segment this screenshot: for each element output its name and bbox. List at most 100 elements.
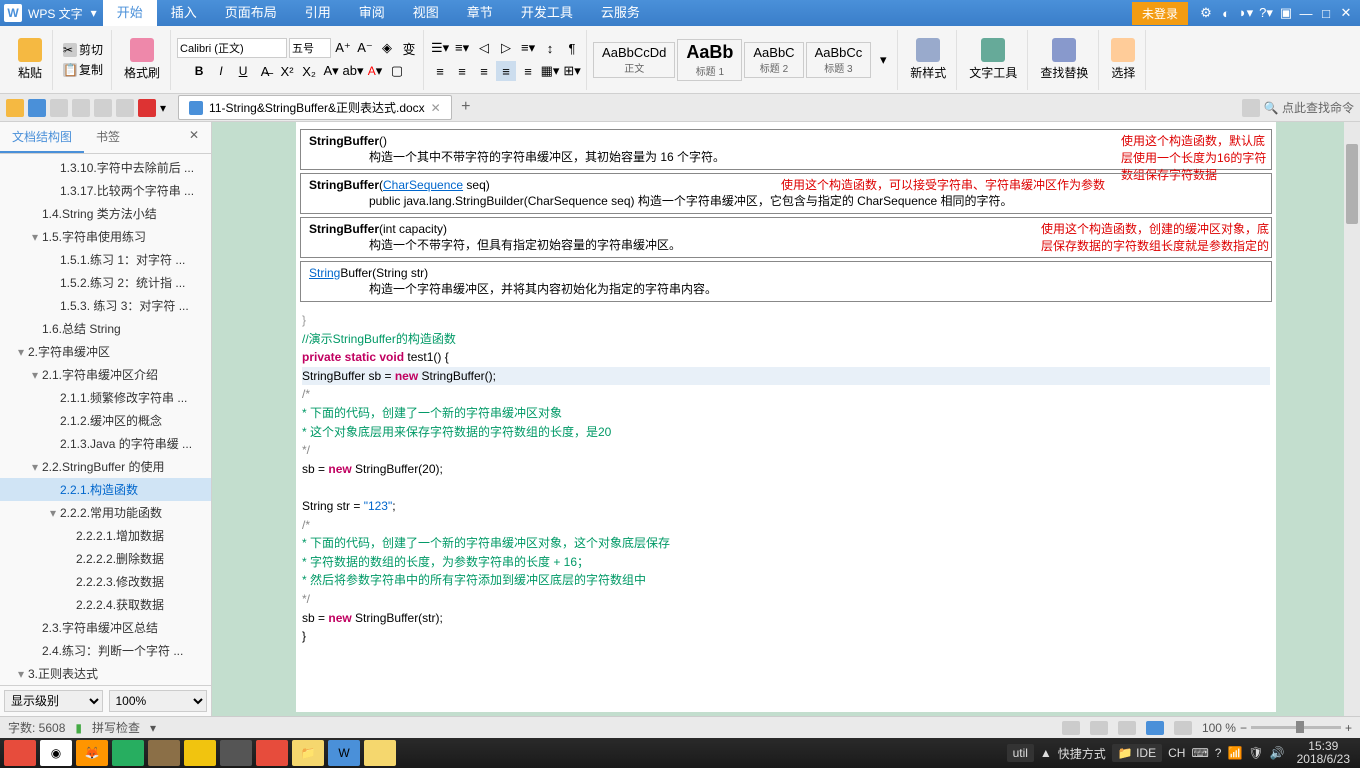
add-tab-button[interactable]: + <box>456 98 476 118</box>
italic-icon[interactable]: I <box>211 61 231 81</box>
text-effect-icon[interactable]: A▾ <box>321 61 341 81</box>
outline-item[interactable]: 1.3.10.字符中去除前后 ... <box>0 156 211 179</box>
outline-item[interactable]: 2.1.2.缓冲区的概念 <box>0 409 211 432</box>
view-read-icon[interactable] <box>1146 721 1164 735</box>
account-button[interactable]: 未登录 <box>1132 2 1188 25</box>
outline-item[interactable]: ▾2.2.StringBuffer 的使用 <box>0 455 211 478</box>
word-count[interactable]: 字数: 5608 <box>8 719 65 736</box>
style-h1[interactable]: AaBb标题 1 <box>677 39 742 81</box>
align-center-icon[interactable]: ≡ <box>452 61 472 81</box>
outline-item[interactable]: 1.4.String 类方法小结 <box>0 202 211 225</box>
document-area[interactable]: StringBuffer()构造一个其中不带字符的字符串缓冲区，其初始容量为 1… <box>212 122 1360 716</box>
cloud-icon[interactable] <box>1242 99 1260 117</box>
outline-tree[interactable]: 1.3.10.字符中去除前后 ...1.3.17.比较两个字符串 ...1.4.… <box>0 154 211 685</box>
taskbar-app-1[interactable] <box>4 740 36 766</box>
numbering-icon[interactable]: ≡▾ <box>452 38 472 58</box>
align-justify-icon[interactable]: ≡ <box>496 61 516 81</box>
tray-help-icon[interactable]: ? <box>1215 746 1222 760</box>
tab-developer[interactable]: 开发工具 <box>507 0 587 26</box>
align-left-icon[interactable]: ≡ <box>430 61 450 81</box>
zoom-out-icon[interactable]: − <box>1240 721 1247 735</box>
clear-format-icon[interactable]: ◈ <box>377 38 397 58</box>
quickbar-more-icon[interactable]: ▾ <box>160 101 166 115</box>
close-icon[interactable]: ✕ <box>1336 5 1356 21</box>
taskbar-explorer-icon[interactable]: 📁 <box>292 740 324 766</box>
tab-outline[interactable]: 文档结构图 <box>0 122 84 153</box>
line-spacing-icon[interactable]: ≡▾ <box>518 38 538 58</box>
tray-clock[interactable]: 15:392018/6/23 <box>1291 740 1356 766</box>
tab-view[interactable]: 视图 <box>399 0 453 26</box>
underline-icon[interactable]: U <box>233 61 253 81</box>
doc-close-icon[interactable]: ✕ <box>431 101 441 115</box>
outline-item[interactable]: ▾1.5.字符串使用练习 <box>0 225 211 248</box>
tray-ime[interactable]: CH <box>1168 746 1185 760</box>
wps-logo-icon[interactable] <box>138 99 156 117</box>
ribbon-toggle-icon[interactable]: ▣ <box>1276 5 1296 21</box>
bold-icon[interactable]: B <box>189 61 209 81</box>
outline-item[interactable]: 1.5.3. 练习 3：对字符 ... <box>0 294 211 317</box>
zoom-value[interactable]: 100 % <box>1202 721 1236 735</box>
outline-item[interactable]: 2.3.字符串缓冲区总结 <box>0 616 211 639</box>
view-settings-icon[interactable] <box>1174 721 1192 735</box>
tab-home[interactable]: 开始 <box>103 0 157 26</box>
redo-icon[interactable] <box>116 99 134 117</box>
tab-review[interactable]: 审阅 <box>345 0 399 26</box>
outline-item[interactable]: 1.5.1.练习 1：对字符 ... <box>0 248 211 271</box>
tray-safe-icon[interactable]: 🛡 <box>1248 746 1263 760</box>
subscript-icon[interactable]: X₂ <box>299 61 319 81</box>
open-icon[interactable] <box>6 99 24 117</box>
tray-util[interactable]: util <box>1007 744 1034 762</box>
taskbar-app-4[interactable] <box>112 740 144 766</box>
align-right-icon[interactable]: ≡ <box>474 61 494 81</box>
outline-item[interactable]: 2.4.练习：判断一个字符 ... <box>0 639 211 662</box>
tray-arrow-icon[interactable]: ▲ <box>1040 746 1052 760</box>
style-normal[interactable]: AaBbCcDd正文 <box>593 42 675 78</box>
shrink-font-icon[interactable]: A⁻ <box>355 38 375 58</box>
tray-ime-icon[interactable]: ⌨ <box>1191 746 1208 760</box>
outline-item[interactable]: 2.2.2.1.增加数据 <box>0 524 211 547</box>
view-web-icon[interactable] <box>1118 721 1136 735</box>
outdent-icon[interactable]: ◁ <box>474 38 494 58</box>
help-icon[interactable]: ?▾ <box>1256 5 1276 21</box>
format-painter-button[interactable]: 格式刷 <box>118 36 166 83</box>
shading-icon[interactable]: ▦▾ <box>540 61 560 81</box>
tab-bookmark[interactable]: 书签 <box>84 122 132 153</box>
indent-icon[interactable]: ▷ <box>496 38 516 58</box>
outline-item[interactable]: 1.6.总结 String <box>0 317 211 340</box>
find-replace-button[interactable]: 查找替换 <box>1034 36 1094 83</box>
taskbar-chrome-icon[interactable]: ◉ <box>40 740 72 766</box>
maximize-icon[interactable]: □ <box>1316 6 1336 21</box>
document-tab[interactable]: 11-String&StringBuffer&正则表达式.docx ✕ <box>178 95 452 120</box>
text-tools-button[interactable]: 文字工具 <box>963 36 1023 83</box>
outline-item[interactable]: 2.1.1.频繁修改字符串 ... <box>0 386 211 409</box>
font-size-input[interactable] <box>289 38 331 58</box>
tray-ide[interactable]: 📁 IDE <box>1112 744 1162 762</box>
outline-item[interactable]: 2.2.2.2.删除数据 <box>0 547 211 570</box>
tab-cloud[interactable]: 云服务 <box>587 0 654 26</box>
style-h3[interactable]: AaBbCc标题 3 <box>806 42 872 78</box>
phonetic-icon[interactable]: 变 <box>399 38 419 58</box>
outline-item[interactable]: 1.3.17.比较两个字符串 ... <box>0 179 211 202</box>
vertical-scrollbar[interactable] <box>1344 122 1360 716</box>
outline-zoom-select[interactable]: 100% <box>109 690 208 712</box>
outline-level-select[interactable]: 显示级别 <box>4 690 103 712</box>
spellcheck-status[interactable]: 拼写检查 <box>92 719 140 736</box>
outline-item[interactable]: 2.2.1.构造函数 <box>0 478 211 501</box>
select-button[interactable]: 选择 <box>1105 36 1141 83</box>
tray-volume-icon[interactable]: 🔊 <box>1270 746 1285 760</box>
outline-item[interactable]: ▾2.字符串缓冲区 <box>0 340 211 363</box>
style-h2[interactable]: AaBbC标题 2 <box>744 42 803 78</box>
outline-item[interactable]: 2.2.2.3.修改数据 <box>0 570 211 593</box>
paste-button[interactable]: 粘贴 <box>12 36 48 83</box>
tray-shortcut[interactable]: 快捷方式 <box>1058 745 1106 762</box>
outline-item[interactable]: ▾2.2.2.常用功能函数 <box>0 501 211 524</box>
feedback-icon[interactable]: ◗▾ <box>1236 5 1256 21</box>
strike-icon[interactable]: A̶ <box>255 61 275 81</box>
outline-item[interactable]: 1.5.2.练习 2：统计指 ... <box>0 271 211 294</box>
outline-item[interactable]: ▾3.正则表达式 <box>0 662 211 685</box>
bullets-icon[interactable]: ☰▾ <box>430 38 450 58</box>
taskbar-app-8[interactable] <box>256 740 288 766</box>
taskbar-firefox-icon[interactable]: 🦊 <box>76 740 108 766</box>
cut-button[interactable]: ✂剪切 <box>59 40 107 59</box>
tab-section[interactable]: 章节 <box>453 0 507 26</box>
